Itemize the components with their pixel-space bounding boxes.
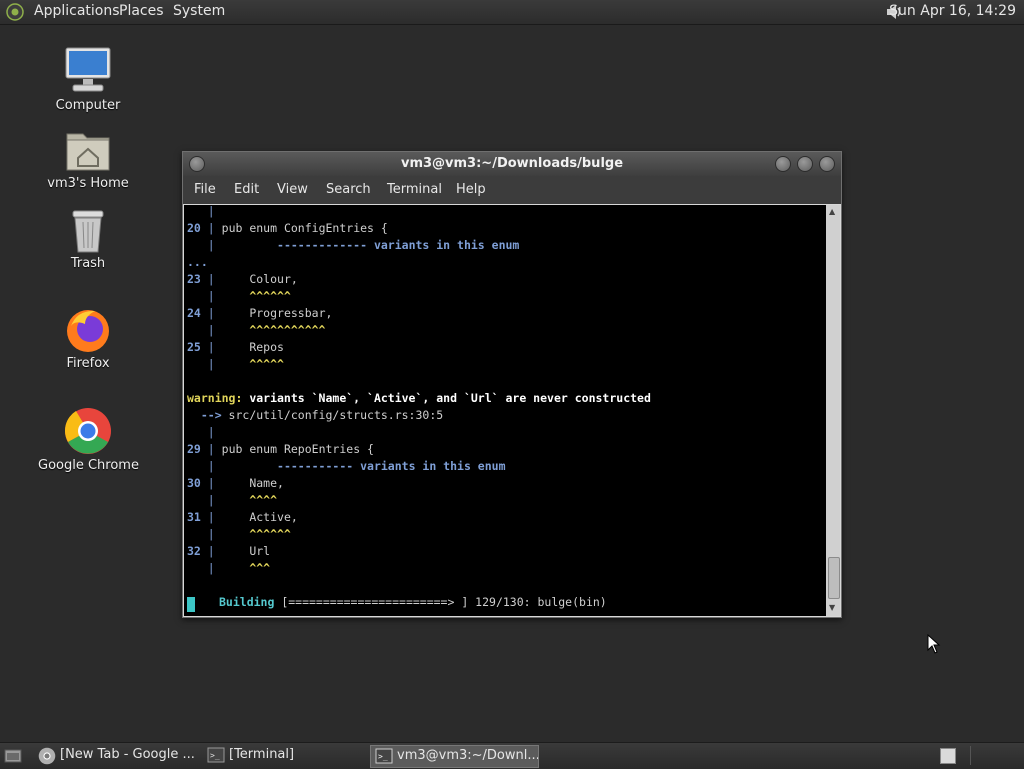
chrome-icon xyxy=(38,747,56,765)
terminal-line: | xyxy=(187,205,215,218)
show-desktop-icon[interactable] xyxy=(4,748,22,764)
desktop-icon-trash[interactable]: Trash xyxy=(38,208,138,271)
terminal-line: | ^^^^^^^^^^^ xyxy=(187,323,326,337)
terminal-line: | ^^^ xyxy=(187,561,271,575)
terminal-line: --> src/util/config/structs.rs:30:5 xyxy=(187,408,444,422)
terminal-line: | ^^^^^^ xyxy=(187,527,291,541)
terminal-line: warning: variants `Name`, `Active`, and … xyxy=(187,391,651,405)
scroll-up-icon[interactable]: ▲ xyxy=(829,207,835,216)
places-menu[interactable]: Places xyxy=(119,3,164,19)
desktop-icon-label: Computer xyxy=(55,98,121,113)
terminal-cursor xyxy=(187,597,195,612)
desktop-icon-chrome[interactable]: Google Chrome xyxy=(38,406,139,473)
terminal-window[interactable]: vm3@vm3:~/Downloads/bulge File Edit View… xyxy=(182,151,842,618)
terminal-line: | ------------- variants in this enum xyxy=(187,238,520,252)
terminal-line: | ^^^^^^ xyxy=(187,289,291,303)
desktop-icon-label: Google Chrome xyxy=(38,458,139,473)
terminal-line: 31 | Active, xyxy=(187,510,298,524)
menu-file[interactable]: File xyxy=(194,182,216,197)
terminal-line: 32 | Url xyxy=(187,544,271,558)
minimize-button[interactable] xyxy=(775,156,791,172)
desktop-icon-home[interactable]: vm3's Home xyxy=(38,128,138,191)
terminal-output[interactable]: | 20 | pub enum ConfigEntries { | ------… xyxy=(184,205,826,616)
close-button[interactable] xyxy=(819,156,835,172)
task-label: [New Tab - Google ... xyxy=(60,747,194,762)
menu-search[interactable]: Search xyxy=(326,182,371,197)
desktop-icon-label: vm3's Home xyxy=(47,176,129,191)
terminal-line: ... xyxy=(187,255,208,269)
menu-help[interactable]: Help xyxy=(456,182,486,197)
terminal-line: | ^^^^ xyxy=(187,493,278,507)
chrome-icon xyxy=(64,408,111,454)
terminal-line: 23 | Colour, xyxy=(187,272,298,286)
terminal-line: | xyxy=(187,425,215,439)
menu-view[interactable]: View xyxy=(277,182,308,197)
top-panel: Applications Places System Sun Apr 16, 1… xyxy=(0,0,1024,25)
window-titlebar[interactable]: vm3@vm3:~/Downloads/bulge xyxy=(183,152,841,176)
firefox-icon xyxy=(67,310,109,352)
maximize-button[interactable] xyxy=(797,156,813,172)
bottom-taskbar: [New Tab - Google ... >_ [Terminal] >_ v… xyxy=(0,742,1024,769)
mouse-pointer-icon xyxy=(927,634,941,654)
applications-menu[interactable]: Applications xyxy=(34,3,120,19)
clock[interactable]: Sun Apr 16, 14:29 xyxy=(889,3,1016,19)
window-title: vm3@vm3:~/Downloads/bulge xyxy=(400,156,624,171)
task-label: vm3@vm3:~/Downl... xyxy=(397,748,539,763)
task-terminal-active[interactable]: >_ vm3@vm3:~/Downl... xyxy=(370,745,539,768)
computer-icon xyxy=(65,47,111,92)
desktop-icon-label: Trash xyxy=(70,256,106,271)
home-folder-icon xyxy=(66,133,110,171)
svg-text:>_: >_ xyxy=(210,751,220,760)
task-chrome[interactable]: [New Tab - Google ... xyxy=(34,745,194,766)
svg-text:>_: >_ xyxy=(378,752,388,761)
terminal-line: | ----------- variants in this enum xyxy=(187,459,506,473)
desktop-icon-computer[interactable]: Computer xyxy=(38,46,138,113)
terminal-icon: >_ xyxy=(207,747,225,763)
task-terminal-minimized[interactable]: >_ [Terminal] xyxy=(203,745,363,766)
system-menu[interactable]: System xyxy=(173,3,225,19)
terminal-line: 24 | Progressbar, xyxy=(187,306,333,320)
trash-icon xyxy=(72,210,104,253)
desktop-icon-firefox[interactable]: Firefox xyxy=(38,306,138,371)
terminal-icon: >_ xyxy=(375,748,393,764)
desktop-icon-label: Firefox xyxy=(66,356,110,371)
terminal-scrollbar[interactable]: ▲ ▼ xyxy=(826,205,840,616)
workspace-1[interactable] xyxy=(940,748,956,764)
workspace-2[interactable] xyxy=(970,746,1011,765)
terminal-line: | ^^^^^ xyxy=(187,357,284,371)
terminal-line: 29 | pub enum RepoEntries { xyxy=(187,442,374,456)
terminal-line: 25 | Repos xyxy=(187,340,284,354)
terminal-line: 30 | Name, xyxy=(187,476,284,490)
task-label: [Terminal] xyxy=(229,747,295,762)
menu-terminal[interactable]: Terminal xyxy=(387,182,442,197)
terminal-line: 20 | pub enum ConfigEntries { xyxy=(187,221,388,235)
window-menubar: File Edit View Search Terminal Help xyxy=(183,176,841,204)
scrollbar-thumb[interactable] xyxy=(828,557,840,599)
scroll-down-icon[interactable]: ▼ xyxy=(829,603,835,612)
terminal-line: Building [=======================> ] 129… xyxy=(219,595,607,609)
menu-edit[interactable]: Edit xyxy=(234,182,259,197)
gnome-foot-icon[interactable] xyxy=(6,3,24,21)
